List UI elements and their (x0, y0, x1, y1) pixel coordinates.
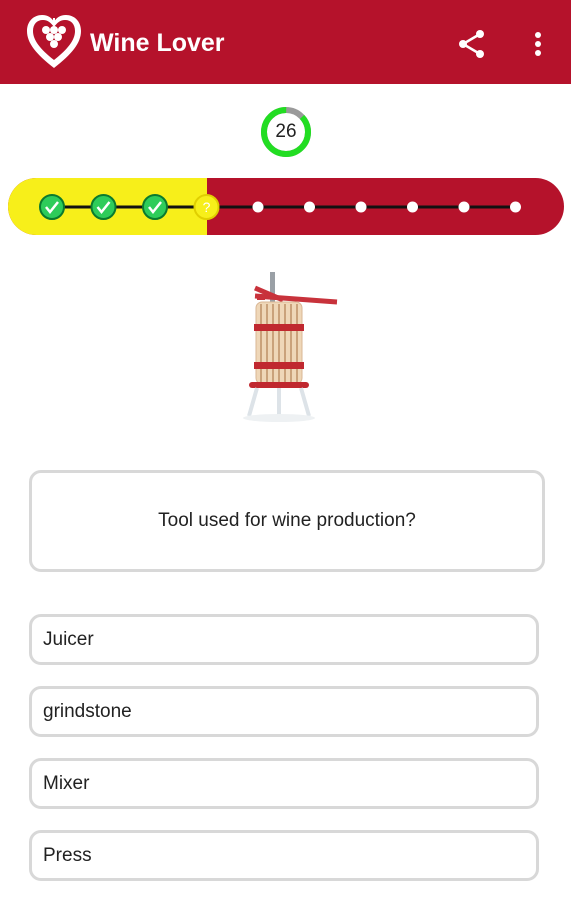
step-pending-dot (304, 201, 315, 213)
app-bar: Wine Lover (0, 0, 571, 84)
answer-option-4[interactable]: Press (29, 830, 539, 881)
step-complete-check-icon (90, 194, 117, 220)
progress-steps: ? (39, 194, 521, 220)
wine-press-icon (243, 272, 338, 422)
svg-text:?: ? (203, 199, 211, 215)
more-vert-icon[interactable] (526, 28, 550, 60)
step-pending-dot (510, 201, 521, 213)
question-text: Tool used for wine production? (29, 470, 545, 572)
step-current-question-icon: ? (193, 194, 220, 220)
answer-option-2[interactable]: grindstone (29, 686, 539, 737)
question-progress-bar: ? (8, 178, 564, 235)
app-title: Wine Lover (90, 29, 225, 57)
answer-option-3[interactable]: Mixer (29, 758, 539, 809)
share-icon[interactable] (456, 28, 488, 60)
step-pending-dot (252, 201, 264, 213)
heart-grapes-icon (27, 15, 81, 68)
step-complete-check-icon (39, 194, 65, 220)
answer-option-1[interactable]: Juicer (29, 614, 539, 665)
step-pending-dot (458, 201, 470, 213)
step-pending-dot (407, 201, 418, 213)
step-complete-check-icon (142, 194, 168, 220)
step-pending-dot (355, 201, 367, 213)
timer-value: 26 (275, 121, 297, 142)
